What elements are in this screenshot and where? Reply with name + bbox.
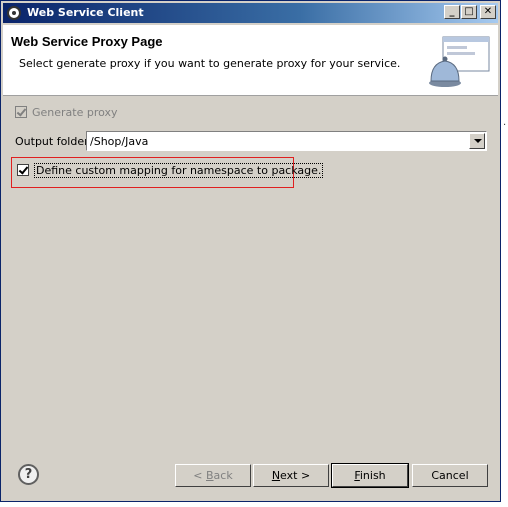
- cancel-button[interactable]: Cancel: [412, 464, 488, 487]
- custom-mapping-checkbox[interactable]: Define custom mapping for namespace to p…: [17, 162, 324, 178]
- header-banner: Web Service Proxy Page Select generate p…: [3, 25, 498, 96]
- output-folder-label: Output folder: [15, 135, 89, 148]
- page-title: Web Service Proxy Page: [11, 34, 163, 49]
- output-folder-value[interactable]: /Shop/Java: [90, 135, 148, 148]
- back-prefix: <: [193, 469, 206, 482]
- finish-rest: inish: [359, 469, 386, 482]
- generate-proxy-label: Generate proxy: [32, 105, 118, 119]
- generate-proxy-check[interactable]: [15, 106, 27, 118]
- back-button[interactable]: < Back: [175, 464, 251, 487]
- custom-mapping-label: Define custom mapping for namespace to p…: [34, 162, 324, 178]
- next-button[interactable]: Next >: [253, 464, 329, 487]
- close-button[interactable]: ✕: [480, 5, 496, 19]
- generate-proxy-checkbox[interactable]: Generate proxy: [15, 105, 118, 119]
- web-service-client-dialog: Web Service Client _ □ ✕ Web Service Pro…: [0, 0, 501, 502]
- next-mnemonic: N: [271, 469, 281, 482]
- maximize-button[interactable]: □: [461, 5, 477, 19]
- minimize-button[interactable]: _: [444, 5, 460, 19]
- finish-button[interactable]: Finish: [331, 463, 409, 488]
- next-rest: ext >: [280, 469, 311, 482]
- help-button[interactable]: ?: [18, 464, 39, 485]
- custom-mapping-check[interactable]: [17, 164, 29, 176]
- chevron-down-icon[interactable]: [469, 133, 485, 149]
- output-folder-combo[interactable]: /Shop/Java: [86, 131, 487, 151]
- eclipse-icon: [7, 6, 21, 20]
- background-fragment: ·: [503, 120, 507, 131]
- back-mnemonic: B: [206, 469, 214, 482]
- window-title: Web Service Client: [27, 6, 144, 19]
- back-rest: ack: [213, 469, 233, 482]
- service-bell-icon: [429, 36, 490, 87]
- title-bar[interactable]: Web Service Client _ □ ✕: [3, 3, 498, 23]
- page-description: Select generate proxy if you want to gen…: [19, 57, 401, 70]
